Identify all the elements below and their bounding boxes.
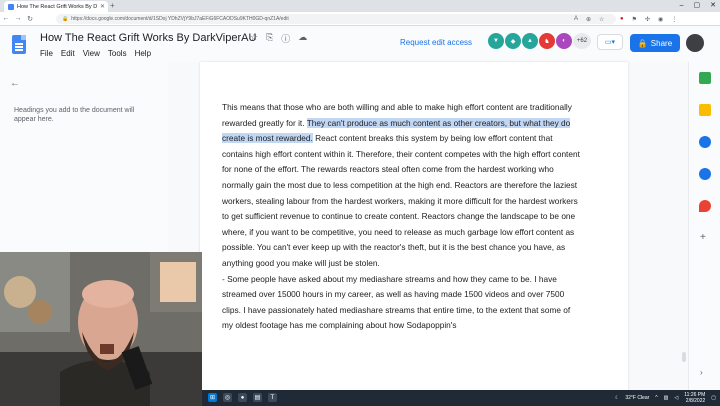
menu-file[interactable]: File xyxy=(40,49,53,58)
window-controls: – ▢ ✕ xyxy=(680,0,716,11)
docs-header: How The React Grift Works By DarkViperAU… xyxy=(0,26,720,62)
taskbar-apps: ⊞ ◎ ● ▤ T xyxy=(208,393,277,402)
chevron-down-icon: ▾ xyxy=(611,39,616,46)
forward-icon[interactable]: → xyxy=(12,15,24,22)
address-bar[interactable]: 🔒 https://docs.google.com/document/d/1SD… xyxy=(56,14,616,24)
viewer-count-badge[interactable]: +62 xyxy=(573,33,591,49)
close-window-icon[interactable]: ✕ xyxy=(710,0,716,11)
obs-icon[interactable]: ● xyxy=(238,393,247,402)
weather-icon[interactable]: ☾ xyxy=(615,395,619,401)
close-outline-arrow-icon[interactable]: ← xyxy=(10,78,20,89)
maps-icon[interactable] xyxy=(699,200,711,212)
docs-favicon-icon xyxy=(8,3,14,10)
browser-toolbar: ← → ↻ 🔒 https://docs.google.com/document… xyxy=(0,12,720,26)
viewer-avatar[interactable]: ▲ xyxy=(522,33,538,49)
browser-tab[interactable]: How The React Grift Works By D ✕ xyxy=(4,1,108,12)
chrome-icon[interactable]: ◎ xyxy=(223,393,232,402)
google-docs-logo-icon[interactable] xyxy=(12,35,26,54)
webcam-feed-image xyxy=(0,252,202,406)
paragraph-1[interactable]: This means that those who are both willi… xyxy=(222,100,582,272)
windows-start-icon[interactable]: ⊞ xyxy=(208,393,217,402)
title-actions: ☆ ⎘ ⓘ ☁ xyxy=(250,32,307,45)
present-icon: ▭ xyxy=(604,39,612,46)
zoom-icon[interactable]: ⊕ xyxy=(586,16,591,23)
lock-icon: 🔒 xyxy=(62,16,69,22)
file-explorer-icon[interactable]: ▤ xyxy=(253,393,262,402)
document-page[interactable]: This means that those who are both willi… xyxy=(200,62,628,390)
vertical-scrollbar[interactable] xyxy=(682,352,686,362)
profile-icon[interactable]: ◉ xyxy=(658,16,663,23)
system-tray: ☾ 32°F Clear ^ ▥ ◁ 11:26 PM 2/8/2022 ▢ xyxy=(615,392,716,404)
move-folder-icon[interactable]: ⎘ xyxy=(266,32,273,45)
star-icon[interactable]: ☆ xyxy=(250,32,258,45)
network-icon[interactable]: ▥ xyxy=(664,395,669,401)
notifications-icon[interactable]: ▢ xyxy=(711,395,716,401)
document-status-icon[interactable]: ⓘ xyxy=(281,32,290,45)
app-icon[interactable]: T xyxy=(268,393,277,402)
account-avatar[interactable] xyxy=(686,34,704,52)
maximize-icon[interactable]: ▢ xyxy=(694,0,701,11)
present-button[interactable]: ▭ ▾ xyxy=(597,34,623,50)
back-icon[interactable]: ← xyxy=(0,15,12,22)
bookmark-star-icon[interactable]: ☆ xyxy=(599,16,604,23)
document-outline-panel: ← Headings you add to the document will … xyxy=(0,62,168,252)
share-label: Share xyxy=(650,38,673,48)
extension-record-icon[interactable]: ● xyxy=(620,16,624,22)
clock-date: 2/8/2022 xyxy=(685,398,706,404)
new-tab-button[interactable]: + xyxy=(110,1,115,10)
contacts-icon[interactable] xyxy=(699,168,711,180)
viewer-avatar[interactable]: ▼ xyxy=(488,33,504,49)
menu-help[interactable]: Help xyxy=(135,49,151,58)
browser-menu-icon[interactable]: ⋮ xyxy=(671,16,677,23)
text-run: React content breaks this system by bein… xyxy=(222,133,580,268)
request-edit-access-link[interactable]: Request edit access xyxy=(400,38,472,47)
viewer-avatars: ▼ ◆ ▲ ♞ ◐ +62 xyxy=(488,33,591,49)
volume-icon[interactable]: ◁ xyxy=(674,395,678,401)
calendar-icon[interactable] xyxy=(699,72,711,84)
outline-hint-text: Headings you add to the document will ap… xyxy=(14,107,135,123)
reload-icon[interactable]: ↻ xyxy=(24,15,36,23)
side-panel: + xyxy=(688,62,720,390)
share-button[interactable]: 🔒 Share xyxy=(630,34,680,52)
document-title[interactable]: How The React Grift Works By DarkViperAU xyxy=(40,32,256,44)
keep-icon[interactable] xyxy=(699,104,711,116)
screen: How The React Grift Works By D ✕ + – ▢ ✕… xyxy=(0,0,720,406)
browser-tabstrip: How The React Grift Works By D ✕ + – ▢ ✕ xyxy=(0,0,720,12)
viewer-avatar[interactable]: ◆ xyxy=(505,33,521,49)
viewer-avatar[interactable]: ◐ xyxy=(556,33,572,49)
cloud-saved-icon[interactable]: ☁ xyxy=(298,32,307,45)
tasks-icon[interactable] xyxy=(699,136,711,148)
get-addons-plus-icon[interactable]: + xyxy=(700,232,706,243)
weather-text[interactable]: 32°F Clear xyxy=(625,395,649,401)
document-body[interactable]: This means that those who are both willi… xyxy=(222,100,582,334)
menu-bar: File Edit View Tools Help xyxy=(40,49,151,58)
tray-chevron-up-icon[interactable]: ^ xyxy=(655,395,657,401)
omnibox-actions: A ⊕ ☆ xyxy=(574,14,604,24)
extensions-bar: ● ⚑ ✣ ◉ ⋮ xyxy=(620,14,677,24)
clock[interactable]: 11:26 PM 2/8/2022 xyxy=(684,392,705,404)
viewer-avatar[interactable]: ♞ xyxy=(539,33,555,49)
windows-taskbar: ⊞ ◎ ● ▤ T ☾ 32°F Clear ^ ▥ ◁ 11:26 PM 2/… xyxy=(202,390,720,406)
menu-tools[interactable]: Tools xyxy=(108,49,127,58)
tab-title: How The React Grift Works By D xyxy=(17,3,97,10)
close-tab-icon[interactable]: ✕ xyxy=(97,3,108,10)
extension-icon[interactable]: ⚑ xyxy=(632,16,637,23)
webcam-overlay xyxy=(0,252,202,406)
extensions-puzzle-icon[interactable]: ✣ xyxy=(645,16,650,23)
lock-icon: 🔒 xyxy=(637,38,648,48)
show-side-panel-chevron-icon[interactable]: › xyxy=(700,368,703,377)
menu-edit[interactable]: Edit xyxy=(61,49,75,58)
translate-icon[interactable]: A xyxy=(574,16,578,22)
minimize-icon[interactable]: – xyxy=(680,0,684,11)
menu-view[interactable]: View xyxy=(83,49,100,58)
paragraph-2[interactable]: - Some people have asked about my medias… xyxy=(222,272,582,334)
url-text: https://docs.google.com/document/d/1SDoj… xyxy=(71,16,289,22)
